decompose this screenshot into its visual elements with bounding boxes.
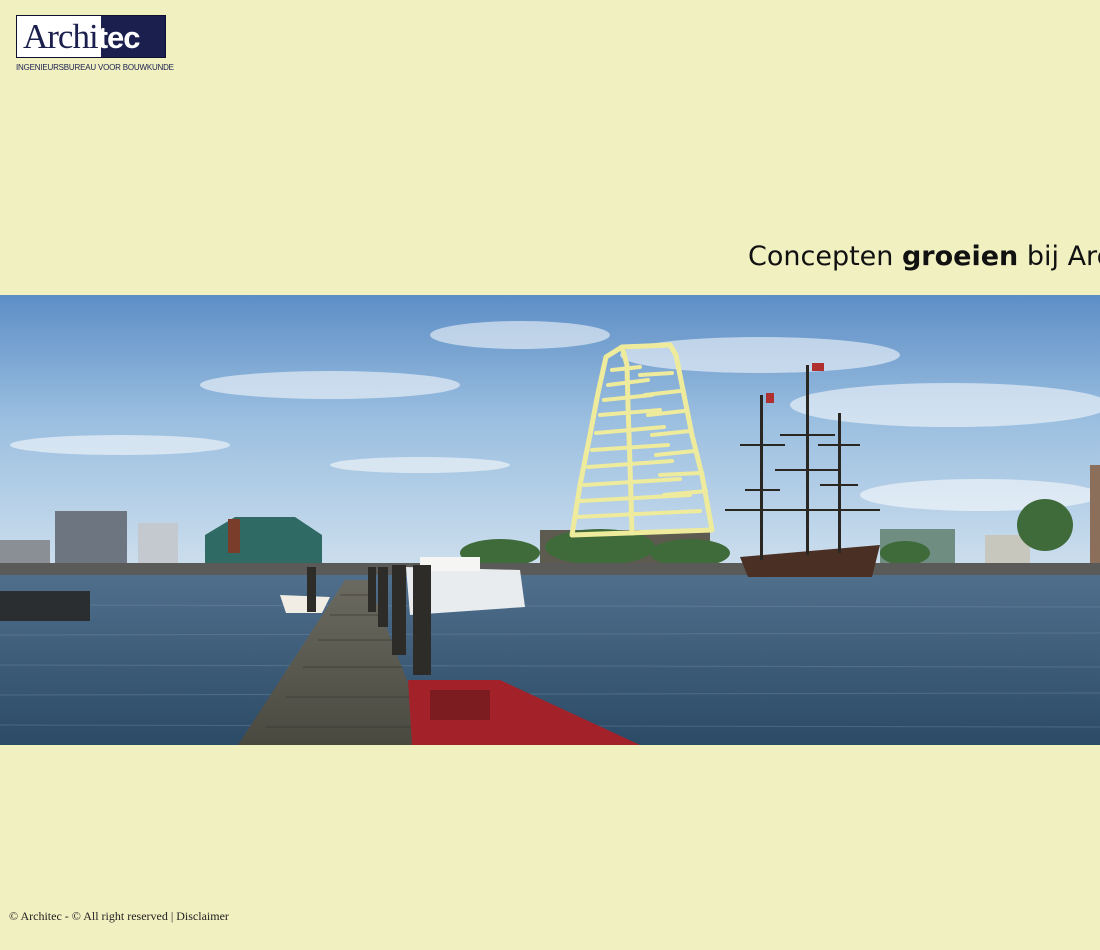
footer-copyright: © Architec - © All right reserved (9, 909, 168, 923)
quay (0, 563, 1100, 575)
footer: © Architec - © All right reserved | Disc… (9, 909, 229, 924)
architec-logo[interactable]: Architec INGENIEURSBUREAU VOOR BOUWKUNDE (16, 15, 186, 75)
rowing-boat (280, 595, 330, 613)
tagline: Concepten groeien bij Architec (748, 240, 1100, 274)
disclaimer-link[interactable]: Disclaimer (176, 909, 229, 923)
logo-subtitle: INGENIEURSBUREAU VOOR BOUWKUNDE (16, 63, 174, 72)
logo-mark: Architec (16, 15, 166, 58)
logo-wordmark: Architec (23, 17, 141, 57)
logo-word-part1: Archi (23, 17, 99, 56)
tagline-part3: bij Architec (1026, 241, 1100, 272)
harbour-panorama-image (0, 295, 1100, 745)
tagline-bold-word: groeien (901, 241, 1019, 272)
floating-dock (0, 591, 90, 621)
page: Architec INGENIEURSBUREAU VOOR BOUWKUNDE… (0, 0, 1100, 950)
harbour-panorama-banner (0, 295, 1100, 745)
footer-separator: | (167, 909, 177, 923)
logo-word-part2: tec (97, 20, 141, 55)
tagline-part1: Concepten (748, 241, 902, 272)
